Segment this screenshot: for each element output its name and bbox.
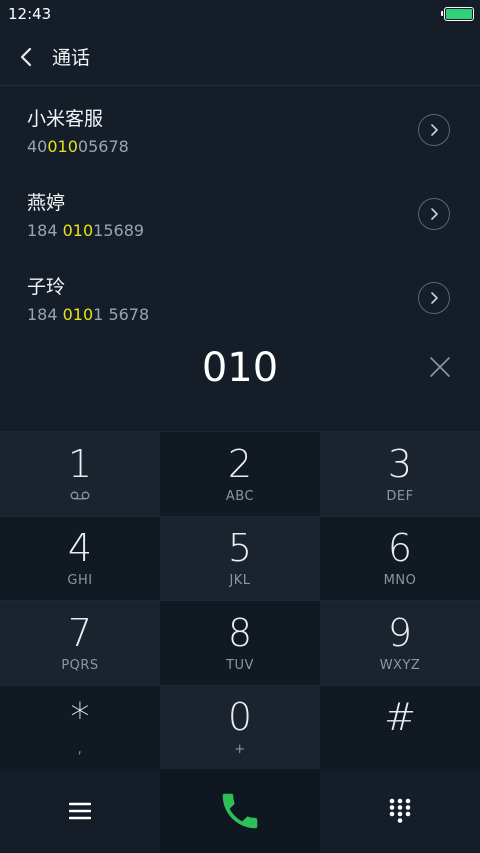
contact-result-1[interactable]: 燕婷 184 01015689 <box>0 172 480 256</box>
key-star[interactable]: * , <box>0 684 160 769</box>
key-letters: + <box>234 742 246 758</box>
key-letters: , <box>77 742 83 758</box>
chevron-left-icon <box>20 47 32 66</box>
key-4[interactable]: 4 GHI <box>0 515 160 600</box>
contact-detail-button[interactable] <box>418 198 450 230</box>
key-digit: # <box>384 695 416 740</box>
key-letters: TUV <box>226 657 254 673</box>
number-suffix: 1 5678 <box>93 305 150 324</box>
dial-input-row: 010 <box>0 335 480 401</box>
number-match: 010 <box>47 137 78 156</box>
menu-icon <box>69 802 91 820</box>
number-match: 010 <box>62 221 94 240</box>
key-digit: 5 <box>227 526 253 571</box>
voicemail-icon <box>70 491 90 500</box>
chevron-right-circle-icon <box>431 292 438 304</box>
clear-button[interactable] <box>426 353 454 381</box>
contact-number: 4001005678 <box>27 137 129 156</box>
dialpad-icon <box>389 798 411 823</box>
key-digit: 8 <box>227 610 253 655</box>
key-digit: 7 <box>67 610 93 655</box>
key-1[interactable]: 1 <box>0 431 160 516</box>
number-suffix: 15689 <box>93 221 145 240</box>
chevron-right-circle-icon <box>431 124 438 136</box>
close-icon <box>430 357 450 377</box>
contact-number: 184 01015689 <box>27 221 144 240</box>
key-letters: PQRS <box>61 657 99 673</box>
key-6[interactable]: 6 MNO <box>320 515 480 600</box>
contact-detail-button[interactable] <box>418 114 450 146</box>
status-bar: 12:43 <box>0 0 480 28</box>
contact-name: 小米客服 <box>27 108 104 130</box>
contact-name: 燕婷 <box>27 192 66 214</box>
key-digit: 6 <box>387 526 413 571</box>
battery-icon <box>441 7 474 21</box>
key-digit: 3 <box>387 441 413 486</box>
key-7[interactable]: 7 PQRS <box>0 600 160 685</box>
back-button[interactable] <box>0 28 52 86</box>
key-8[interactable]: 8 TUV <box>160 600 320 685</box>
contact-detail-button[interactable] <box>418 282 450 314</box>
dialed-number[interactable]: 010 <box>202 345 278 391</box>
number-match: 010 <box>62 305 94 324</box>
contact-name: 子玲 <box>27 276 66 298</box>
status-time: 12:43 <box>8 5 52 23</box>
contact-number: 184 0101 5678 <box>27 305 149 324</box>
number-prefix: 40 <box>27 137 48 156</box>
key-2[interactable]: 2 ABC <box>160 431 320 516</box>
key-0[interactable]: 0 + <box>160 684 320 769</box>
key-5[interactable]: 5 JKL <box>160 515 320 600</box>
key-letters: DEF <box>386 488 414 504</box>
menu-button[interactable] <box>0 769 160 853</box>
number-suffix: 05678 <box>77 137 129 156</box>
key-digit: 2 <box>227 441 253 486</box>
key-digit: 9 <box>387 610 413 655</box>
key-digit: 0 <box>227 695 253 740</box>
key-digit: * <box>70 695 90 740</box>
key-letters: ABC <box>225 488 255 504</box>
key-digit: 4 <box>67 526 93 571</box>
contact-result-0[interactable]: 小米客服 4001005678 <box>0 88 480 172</box>
chevron-right-circle-icon <box>431 208 438 220</box>
key-letters: JKL <box>229 573 251 589</box>
contact-result-2[interactable]: 子玲 184 0101 5678 <box>0 256 480 340</box>
key-digit: 1 <box>67 441 93 486</box>
page-title: 通话 <box>52 47 91 69</box>
key-3[interactable]: 3 DEF <box>320 431 480 516</box>
search-results-list: 小米客服 4001005678 燕婷 184 01015689 子玲 184 0… <box>0 88 480 340</box>
dialpad-toggle-button[interactable] <box>320 769 480 853</box>
key-letters: MNO <box>383 573 417 589</box>
phone-icon <box>222 793 258 829</box>
key-letters: GHI <box>67 573 93 589</box>
key-hash[interactable]: # <box>320 684 480 769</box>
key-letters: WXYZ <box>379 657 421 673</box>
call-button[interactable] <box>160 769 320 853</box>
number-prefix: 184 <box>27 305 63 324</box>
number-prefix: 184 <box>27 221 63 240</box>
dialer-action-bar <box>0 769 480 853</box>
key-letters <box>70 489 90 503</box>
key-9[interactable]: 9 WXYZ <box>320 600 480 685</box>
dialpad: 1 2 ABC 3 DEF 4 GHI 5 JKL 6 MNO 7 PQRS 8… <box>0 431 480 769</box>
title-bar: 通话 <box>0 28 480 86</box>
